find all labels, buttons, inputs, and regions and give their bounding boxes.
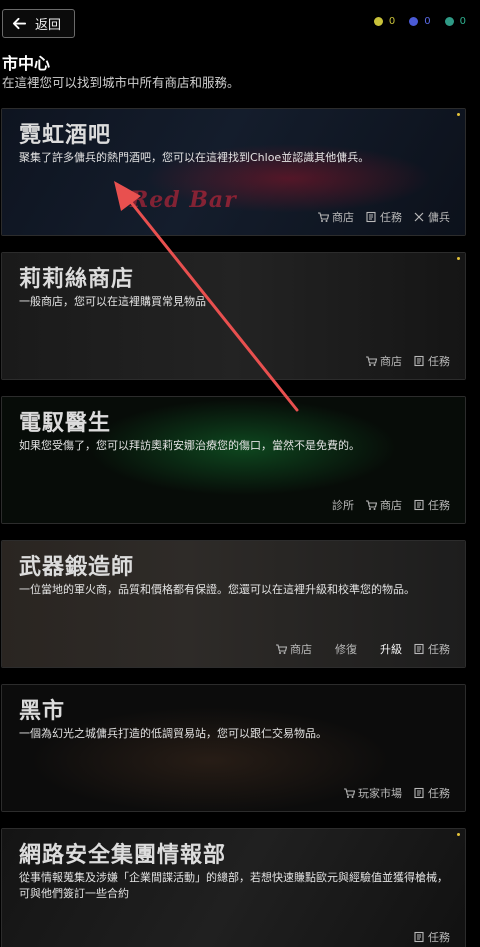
- tag-label: 診所: [332, 499, 354, 512]
- card-description: 一個為幻光之城傭兵打造的低調貿易站，您可以跟仁交易物品。: [19, 727, 327, 740]
- cart-icon: [366, 500, 377, 510]
- tag-player-market[interactable]: 玩家市場: [343, 785, 402, 801]
- tag-quest[interactable]: 任務: [413, 497, 450, 513]
- card-title: 黑市: [19, 699, 66, 724]
- tag-label: 任務: [380, 211, 402, 224]
- card-description: 一般商店，您可以在這裡購買常見物品: [19, 295, 206, 308]
- card-description: 一位當地的軍火商，品質和價格都有保證。您還可以在這裡升級和校準您的物品。: [19, 583, 415, 596]
- tag-clinic[interactable]: 診所: [332, 497, 354, 513]
- card-tags: 商店 任務 傭兵: [317, 209, 450, 225]
- cart-icon: [318, 212, 329, 222]
- tag-shop[interactable]: 商店: [317, 209, 354, 225]
- currency-teal-value: 0: [459, 16, 466, 27]
- location-card-netsec-intel[interactable]: 網路安全集團情報部 從事情報蒐集及涉嫌「企業間諜活動」的總部，若想快速賺點歐元與…: [1, 828, 466, 947]
- card-tags: 商店 修復 升級 任務: [275, 641, 450, 657]
- tag-label: 傭兵: [428, 211, 450, 224]
- notification-dot: [457, 833, 460, 836]
- currency-gold-value: 0: [388, 16, 396, 27]
- card-title: 莉莉絲商店: [19, 267, 135, 292]
- cart-icon: [276, 644, 287, 654]
- scroll-icon: [414, 787, 424, 799]
- tag-label: 商店: [380, 355, 402, 368]
- coin-teal-icon: [444, 17, 454, 26]
- currency-gold: 0: [373, 16, 396, 27]
- card-tags: 商店 任務: [365, 353, 450, 369]
- page-title: 市中心: [2, 54, 51, 73]
- card-description: 如果您受傷了，您可以拜訪奧莉安娜治療您的傷口，當然不是免費的。: [19, 439, 360, 452]
- card-title: 網路安全集團情報部: [19, 843, 227, 868]
- red-bar-sign: Red Bar: [130, 187, 237, 213]
- location-card-lilith-shop[interactable]: 莉莉絲商店 一般商店，您可以在這裡購買常見物品 商店 任務: [1, 252, 466, 380]
- tag-quest[interactable]: 任務: [413, 641, 450, 657]
- tag-label: 任務: [428, 643, 450, 656]
- tag-label: 商店: [290, 643, 312, 656]
- back-label: 返回: [35, 18, 62, 33]
- tag-quest[interactable]: 任務: [413, 785, 450, 801]
- tag-label: 升級: [380, 643, 402, 656]
- currency-bar: 0 0 0: [373, 16, 466, 27]
- tag-shop[interactable]: 商店: [275, 641, 312, 657]
- tag-label: 玩家市場: [358, 787, 402, 800]
- currency-teal: 0: [444, 16, 466, 27]
- scroll-icon: [414, 643, 424, 655]
- tag-quest[interactable]: 任務: [413, 353, 450, 369]
- back-button[interactable]: 返回: [2, 9, 75, 38]
- card-title: 電馭醫生: [19, 411, 112, 436]
- tag-label: 任務: [428, 931, 450, 944]
- coin-gold-icon: [373, 17, 383, 26]
- card-tags: 診所 商店 任務: [332, 497, 450, 513]
- location-card-black-market[interactable]: 黑市 一個為幻光之城傭兵打造的低調貿易站，您可以跟仁交易物品。 玩家市場 任務: [1, 684, 466, 812]
- tag-label: 商店: [332, 211, 354, 224]
- crossed-swords-icon: [414, 212, 424, 222]
- tag-label: 修復: [335, 643, 357, 656]
- location-card-weaponsmith[interactable]: 武器鍛造師 一位當地的軍火商，品質和價格都有保證。您還可以在這裡升級和校準您的物…: [1, 540, 466, 668]
- arrow-left-icon: [12, 17, 27, 30]
- tag-shop[interactable]: 商店: [365, 353, 402, 369]
- page-subtitle: 在這裡您可以找到城市中所有商店和服務。: [2, 75, 240, 90]
- notification-dot: [457, 113, 460, 116]
- cart-icon: [344, 788, 355, 798]
- tag-label: 任務: [428, 787, 450, 800]
- card-title: 武器鍛造師: [19, 555, 135, 580]
- card-tags: 任務: [413, 929, 450, 945]
- tag-repair[interactable]: 修復: [335, 641, 357, 657]
- card-description: 聚集了許多傭兵的熱門酒吧，您可以在這裡找到Chloe並認識其他傭兵。: [19, 151, 370, 164]
- scroll-icon: [414, 931, 424, 943]
- tag-quest[interactable]: 任務: [365, 209, 402, 225]
- tag-upgrade[interactable]: 升級: [380, 641, 402, 657]
- tag-label: 商店: [380, 499, 402, 512]
- tag-label: 任務: [428, 499, 450, 512]
- scroll-icon: [414, 499, 424, 511]
- card-description: 從事情報蒐集及涉嫌「企業間諜活動」的總部，若想快速賺點歐元與經驗值並獲得槍械，可…: [19, 871, 448, 900]
- card-title: 霓虹酒吧: [19, 123, 112, 148]
- notification-dot: [457, 257, 460, 260]
- top-bar: 返回 0 0 0: [0, 0, 480, 46]
- scroll-icon: [414, 355, 424, 367]
- cart-icon: [366, 356, 377, 366]
- currency-blue-value: 0: [424, 16, 431, 27]
- location-card-neon-bar[interactable]: Red Bar 霓虹酒吧 聚集了許多傭兵的熱門酒吧，您可以在這裡找到Chloe並…: [1, 108, 466, 236]
- tag-shop[interactable]: 商店: [365, 497, 402, 513]
- tag-label: 任務: [428, 355, 450, 368]
- card-tags: 玩家市場 任務: [343, 785, 450, 801]
- tag-quest[interactable]: 任務: [413, 929, 450, 945]
- currency-blue: 0: [409, 16, 431, 27]
- coin-blue-icon: [409, 17, 419, 26]
- location-card-cyber-doctor[interactable]: 電馭醫生 如果您受傷了，您可以拜訪奧莉安娜治療您的傷口，當然不是免費的。 診所 …: [1, 396, 466, 524]
- tag-mercenary[interactable]: 傭兵: [413, 209, 450, 225]
- scroll-icon: [366, 211, 376, 223]
